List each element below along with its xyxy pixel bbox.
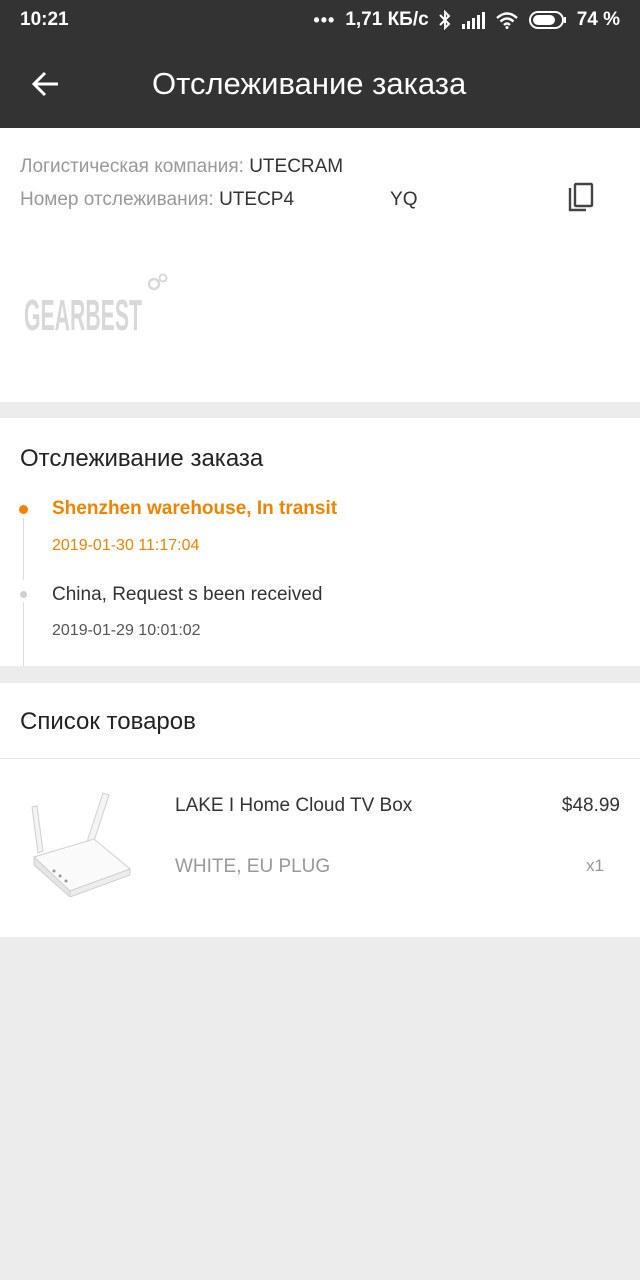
gearbest-logo: GEARBEST xyxy=(24,273,168,336)
logistics-company-label: Логистическая компания: xyxy=(20,156,250,177)
logistics-company-value: UTECRAM xyxy=(249,156,344,177)
bluetooth-icon xyxy=(438,10,451,30)
product-variant: WHITE, EU PLUG xyxy=(175,856,331,877)
tracking-card: Отслеживание заказа Shenzhen warehouse, … xyxy=(0,418,640,666)
app-toolbar: Отслеживание заказа xyxy=(0,40,640,128)
arrow-left-icon xyxy=(32,71,58,97)
tracking-number-row: Номер отслеживания: UTECP4 YQ xyxy=(20,189,418,211)
product-name[interactable]: LAKE I Home Cloud TV Box xyxy=(175,795,412,817)
status-time: 10:21 xyxy=(20,9,69,30)
tracking-event-title: Shenzhen warehouse, In transit xyxy=(52,498,338,519)
wifi-icon xyxy=(495,11,519,29)
redaction-mark xyxy=(294,189,391,210)
network-speed: 1,71 КБ/с xyxy=(345,9,429,30)
products-section-title: Список товаров xyxy=(20,708,196,735)
back-button[interactable] xyxy=(0,40,92,128)
copy-icon xyxy=(568,182,594,212)
svg-text:GEARBEST: GEARBEST xyxy=(24,290,142,336)
page-title: Отслеживание заказа xyxy=(152,66,467,101)
tracking-number-label: Номер отслеживания: xyxy=(20,189,220,210)
notification-dots: ••• xyxy=(313,9,336,30)
status-icons: ••• 1,71 КБ/с 74 % xyxy=(313,9,620,31)
status-bar: 10:21 ••• 1,71 КБ/с 74 % xyxy=(0,0,640,40)
product-image[interactable] xyxy=(24,787,144,897)
tracking-section-title: Отслеживание заказа xyxy=(20,445,264,472)
copy-button[interactable] xyxy=(566,182,598,216)
signal-icon xyxy=(461,11,485,29)
product-quantity: x1 xyxy=(586,856,604,875)
timeline-line xyxy=(23,602,24,666)
products-card: Список товаров LAKE I Home Cloud TV Box … xyxy=(0,683,640,937)
logistics-company-row: Логистическая компания: UTECRAM xyxy=(20,156,343,178)
timeline-dot-active xyxy=(19,505,28,514)
divider xyxy=(0,758,640,759)
tracking-event-time: 2019-01-29 10:01:02 xyxy=(52,622,201,639)
tracking-event-title: China, Request s been received xyxy=(52,584,323,605)
timeline-line xyxy=(23,518,24,580)
battery-icon xyxy=(528,11,567,29)
tracking-event-time: 2019-01-30 11:17:04 xyxy=(52,537,200,554)
tracking-number-start: UTECP4 xyxy=(219,189,295,210)
product-price: $48.99 xyxy=(561,795,620,816)
timeline-dot xyxy=(20,591,27,598)
logistics-card: Логистическая компания: UTECRAM Номер от… xyxy=(0,128,640,402)
battery-percent: 74 % xyxy=(576,9,620,30)
tracking-number-end: YQ xyxy=(390,189,418,210)
